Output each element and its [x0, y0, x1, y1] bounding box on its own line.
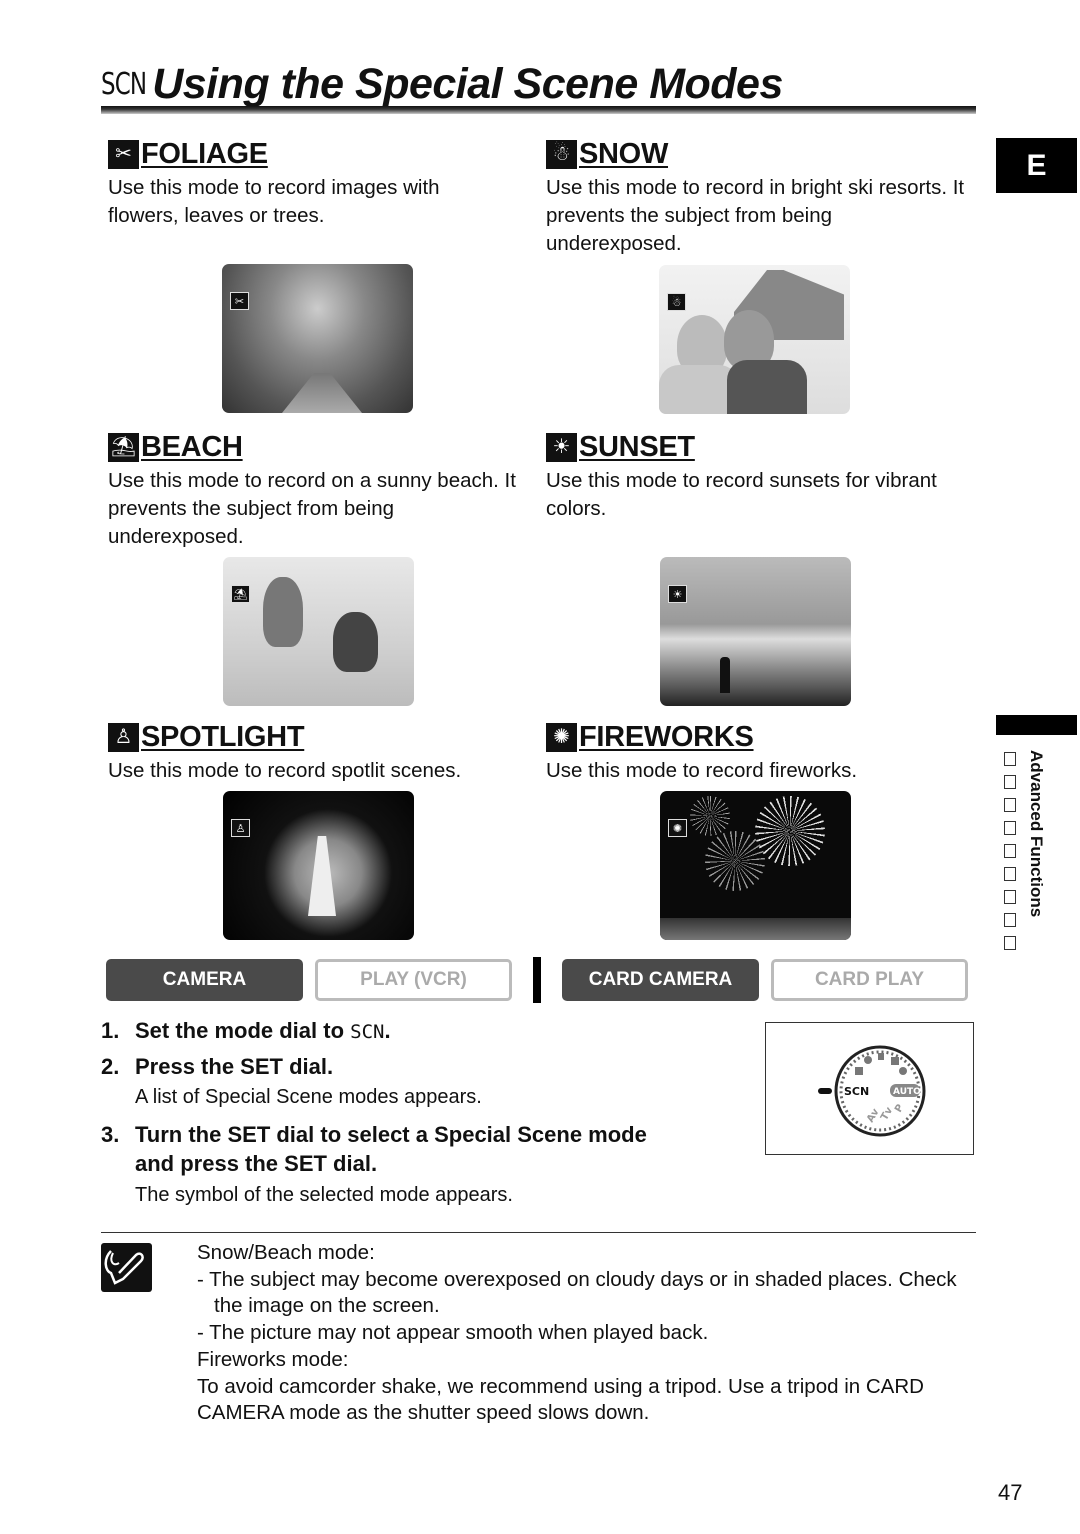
language-tab: E [996, 138, 1077, 193]
mode-card-camera: CARD CAMERA [562, 959, 759, 1001]
mode-group-divider [533, 957, 541, 1003]
mode-camera: CAMERA [106, 959, 303, 1001]
section-tab-label: Advanced Functions [1027, 750, 1046, 918]
title-text: Using the Special Scene Modes [152, 60, 783, 108]
mode-beach: ⛱ BEACH Use this mode to record on a sunn… [108, 430, 538, 551]
sunset-photo: ☀ [660, 557, 851, 706]
mode-description: Use this mode to record on a sunny beach… [108, 469, 516, 548]
note-paragraph: To avoid camcorder shake, we recommend u… [197, 1374, 924, 1425]
foliage-icon: ✂ [230, 292, 249, 310]
fireworks-icon: ✺ [546, 722, 577, 752]
mode-title: BEACH [141, 430, 243, 463]
snowman-icon: ☃ [546, 139, 577, 169]
step-3-note: The symbol of the selected mode appears. [135, 1184, 513, 1206]
spotlight-icon: ♙ [108, 722, 139, 752]
sunset-icon: ☀ [668, 585, 687, 603]
mode-spotlight: ♙ SPOTLIGHT Use this mode to record spotl… [108, 720, 538, 785]
mode-description: Use this mode to record spotlit scenes. [108, 759, 462, 782]
section-tab-marker [996, 715, 1077, 735]
title-divider [101, 106, 976, 114]
mode-description: Use this mode to record in bright ski re… [546, 176, 965, 255]
dial-auto-label: AUTO [893, 1087, 921, 1097]
mode-foliage: ✂ FOLIAGE Use this mode to record images … [108, 137, 538, 230]
fireworks-icon: ✺ [668, 819, 687, 837]
spotlight-icon: ♙ [231, 819, 250, 837]
mode-title: FOLIAGE [141, 137, 268, 170]
section-tab: Advanced Functions [1000, 750, 1080, 960]
mode-dial: SCN AUTO Av Tv P [818, 1045, 926, 1137]
fireworks-photo: ✺ [660, 791, 851, 940]
mode-play-vcr: PLAY (VCR) [315, 959, 512, 1001]
dial-pointer [818, 1088, 832, 1094]
beach-photo: ⛱ [223, 557, 414, 706]
scn-symbol: SCN [350, 1021, 385, 1043]
notes-divider [101, 1232, 976, 1233]
beach-umbrella-icon: ⛱ [231, 585, 250, 603]
note-heading-snow-beach: Snow/Beach mode: [197, 1241, 375, 1264]
spotlight-photo: ♙ [223, 791, 414, 940]
mode-description: Use this mode to record sunsets for vibr… [546, 469, 937, 520]
foliage-photo: ✂ [222, 264, 413, 413]
note-item: - The picture may not appear smooth when… [197, 1321, 709, 1345]
snowman-icon: ☃ [667, 293, 686, 311]
notes-section: Snow/Beach mode: - The subject may becom… [197, 1240, 974, 1427]
mode-sunset: ☀ SUNSET Use this mode to record sunsets … [546, 430, 976, 523]
placeholder-glyphs [1004, 752, 1016, 950]
sunset-icon: ☀ [546, 432, 577, 462]
mode-snow: ☃ SNOW Use this mode to record in bright … [546, 137, 976, 258]
mode-title: SPOTLIGHT [141, 720, 305, 753]
step-2: 2. Press the SET dial. [101, 1054, 334, 1079]
step-2-note: A list of Special Scene modes appears. [135, 1086, 482, 1108]
mode-description: Use this mode to record fireworks. [546, 759, 858, 782]
snow-photo: ☃ [659, 265, 850, 414]
mode-card-play: CARD PLAY [771, 959, 968, 1001]
foliage-icon: ✂ [108, 139, 139, 169]
step-3: 3. Turn the SET dial to select a Special … [101, 1122, 647, 1176]
dial-scn-label: SCN [844, 1085, 869, 1098]
mode-description: Use this mode to record images with flow… [108, 176, 440, 227]
mode-dial-illustration: SCN AUTO Av Tv P [765, 1022, 974, 1155]
scn-symbol: SCN [101, 67, 147, 102]
page-title: SCN Using the Special Scene Modes [101, 50, 783, 106]
mode-title: SUNSET [579, 430, 695, 463]
note-heading-fireworks: Fireworks mode: [197, 1347, 349, 1371]
mode-title: FIREWORKS [579, 720, 754, 753]
note-item: - The subject may become overexposed on … [197, 1267, 957, 1318]
mode-fireworks: ✺ FIREWORKS Use this mode to record firew… [546, 720, 976, 785]
page-number: 47 [998, 1480, 1023, 1505]
pencil-note-icon [101, 1243, 152, 1292]
step-1: 1. Set the mode dial to SCN. [101, 1018, 391, 1043]
beach-umbrella-icon: ⛱ [108, 432, 139, 462]
mode-title: SNOW [579, 137, 669, 170]
